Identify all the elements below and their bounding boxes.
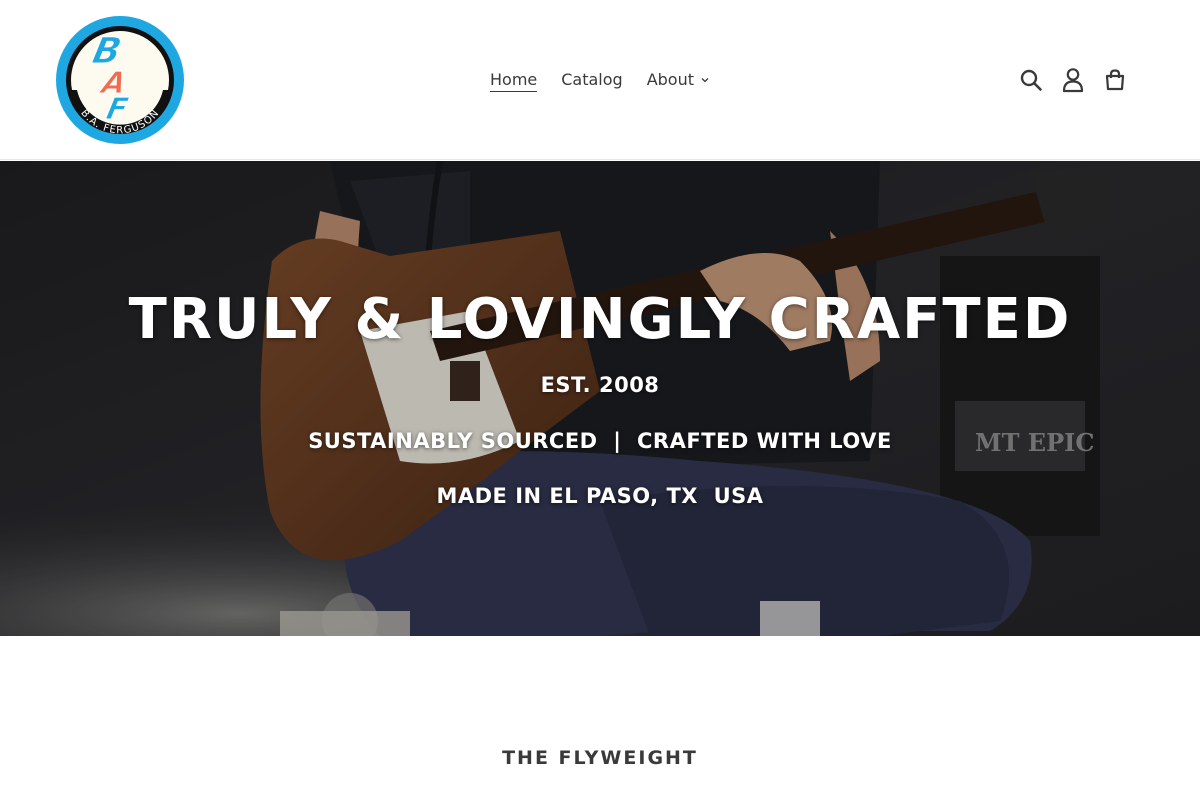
search-icon [1020, 69, 1042, 91]
header-icons [1014, 62, 1132, 98]
ba-ferguson-logo-icon: B A F B.A. FERGUSON [56, 16, 184, 144]
cart-button[interactable] [1098, 63, 1132, 97]
hero-est: EST. 2008 [540, 373, 660, 397]
cart-icon [1105, 69, 1125, 91]
hero-location: MADE IN EL PASO, TX USA [436, 484, 764, 508]
hero-tagline: SUSTAINABLY SOURCED | CRAFTED WITH LOVE [308, 429, 892, 453]
nav-about-label: About [646, 70, 695, 89]
brand-logo[interactable]: B A F B.A. FERGUSON [55, 15, 185, 145]
hero-banner: MT EPIC TRULY & LOVINGLY CRAFTED EST. 20… [0, 161, 1200, 636]
section-heading: THE FLYWEIGHT [502, 747, 698, 769]
site-header: B A F B.A. FERGUSON Home Catalog About [0, 0, 1200, 160]
nav-home[interactable]: Home [490, 69, 538, 92]
nav-catalog[interactable]: Catalog [561, 69, 622, 91]
hero-title: TRULY & LOVINGLY CRAFTED [128, 287, 1072, 352]
main-nav: Home Catalog About [490, 68, 710, 92]
account-button[interactable] [1056, 63, 1090, 97]
account-icon [1062, 68, 1084, 93]
hero-text: TRULY & LOVINGLY CRAFTED EST. 2008 SUSTA… [0, 161, 1200, 636]
nav-about[interactable]: About [647, 69, 710, 91]
search-button[interactable] [1014, 63, 1048, 97]
chevron-down-icon [701, 78, 709, 83]
